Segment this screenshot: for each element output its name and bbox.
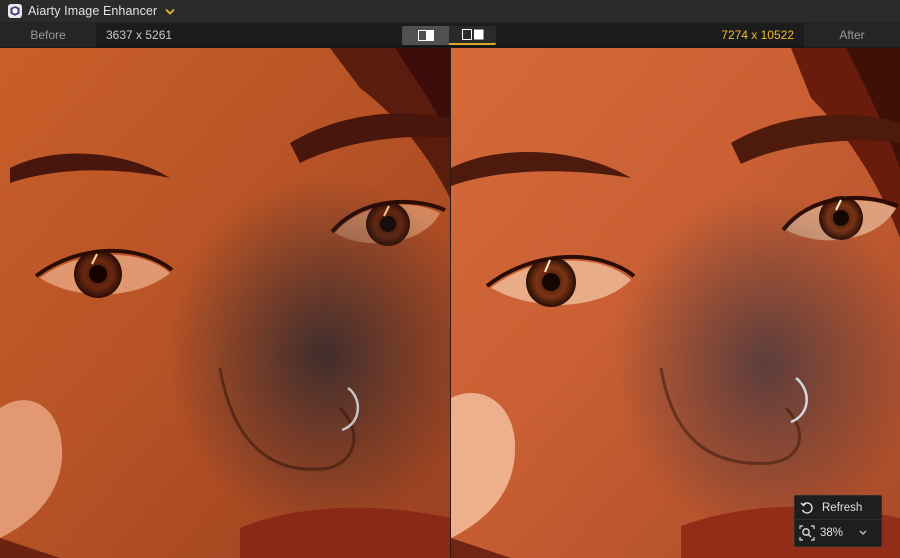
after-label: After: [804, 23, 900, 47]
zoom-value: 38%: [820, 527, 844, 539]
refresh-button[interactable]: Refresh: [795, 496, 881, 520]
app-title: Aiarty Image Enhancer: [28, 4, 158, 18]
split-view-icon: [461, 29, 483, 40]
comparison-toolbar: Before 3637 x 5261 7274 x 10522 After: [0, 23, 900, 47]
split-view-button[interactable]: [449, 26, 496, 45]
before-label: Before: [0, 23, 96, 47]
view-mode-toggle: [402, 26, 496, 45]
aiarty-logo-icon: [8, 4, 22, 18]
app-menu-chevron-down-icon[interactable]: [165, 8, 175, 15]
after-image-pane[interactable]: [451, 48, 900, 558]
after-image: [451, 48, 900, 558]
before-image: [0, 48, 450, 558]
zoom-level-dropdown[interactable]: 38%: [795, 520, 881, 546]
before-image-pane[interactable]: [0, 48, 450, 558]
single-view-button[interactable]: [402, 26, 449, 45]
zoom-menu-chevron-down-icon[interactable]: [859, 530, 867, 536]
image-comparison-viewer[interactable]: [0, 48, 900, 558]
refresh-label: Refresh: [822, 501, 863, 514]
zoom-fit-icon[interactable]: [798, 524, 816, 542]
before-resolution: 3637 x 5261: [106, 28, 173, 42]
after-resolution: 7274 x 10522: [721, 28, 794, 42]
single-view-icon: [417, 30, 434, 41]
zoom-panel: Refresh 38%: [794, 495, 882, 547]
refresh-icon: [800, 501, 813, 514]
title-bar: Aiarty Image Enhancer: [0, 0, 900, 23]
